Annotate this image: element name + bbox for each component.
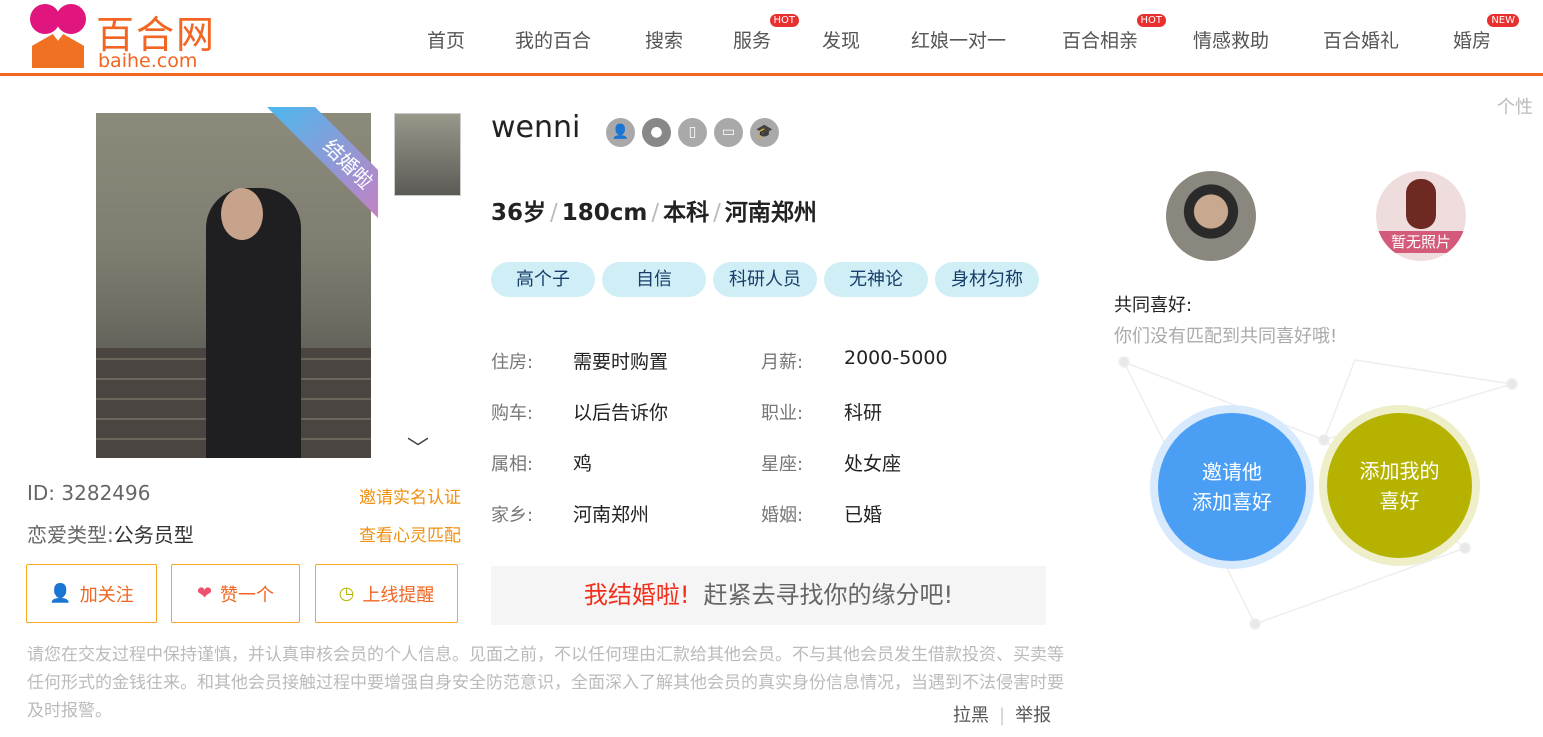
add-my-hobby-button[interactable]: 添加我的 喜好 bbox=[1327, 413, 1472, 558]
thumbnail[interactable] bbox=[394, 113, 461, 196]
detail-label: 住房: bbox=[491, 352, 534, 373]
person-icon: 👤 bbox=[49, 583, 72, 604]
nav-badge: HOT bbox=[769, 14, 800, 27]
follow-button[interactable]: 👤 加关注 bbox=[26, 564, 157, 623]
nav-item[interactable]: 首页 bbox=[427, 26, 465, 53]
chevron-down-icon[interactable]: ﹀ bbox=[407, 431, 429, 463]
detail-label: 星座: bbox=[761, 454, 804, 475]
my-avatar[interactable] bbox=[1166, 171, 1256, 261]
no-photo-label: 暂无照片 bbox=[1376, 231, 1466, 253]
other-avatar[interactable]: 暂无照片 bbox=[1376, 171, 1466, 261]
nav-item[interactable]: 我的百合 bbox=[515, 26, 591, 53]
nav-item[interactable]: 服务 HOT bbox=[733, 14, 800, 53]
trait-tag: 自信 bbox=[602, 262, 706, 297]
nav-item[interactable]: 婚房 NEW bbox=[1453, 14, 1520, 53]
detail-value: 河南郑州 bbox=[573, 504, 650, 526]
detail-label: 家乡: bbox=[491, 505, 534, 526]
nav-item[interactable]: 红娘一对一 bbox=[911, 26, 1006, 53]
safety-notice: 请您在交友过程中保持谨慎，并认真审核会员的个人信息。见面之前，不以任何理由汇款给… bbox=[27, 645, 1064, 721]
footer-links: 拉黑 | 举报 bbox=[953, 705, 1052, 726]
soul-match-link[interactable]: 查看心灵匹配 bbox=[359, 521, 461, 546]
detail-label: 属相: bbox=[491, 454, 534, 475]
online-remind-button[interactable]: ◷ 上线提醒 bbox=[315, 564, 458, 623]
detail-value: 已婚 bbox=[844, 504, 883, 526]
phone-icon[interactable]: ▯ bbox=[678, 118, 707, 147]
trait-tag: 高个子 bbox=[491, 262, 595, 297]
logo-domain: baihe.com bbox=[98, 50, 198, 72]
heart-icon bbox=[30, 4, 86, 34]
invite-add-hobby-button[interactable]: 邀请他 添加喜好 bbox=[1158, 413, 1306, 561]
like-button[interactable]: ❤ 赞一个 bbox=[171, 564, 300, 623]
report-link[interactable]: 举报 bbox=[1015, 705, 1051, 726]
trait-tag: 科研人员 bbox=[713, 262, 817, 297]
detail-label: 婚姻: bbox=[761, 505, 804, 526]
common-hobbies-title: 共同喜好: bbox=[1114, 295, 1193, 316]
trait-tag: 身材匀称 bbox=[935, 262, 1039, 297]
nav-badge: HOT bbox=[1136, 14, 1167, 27]
username: wenni bbox=[491, 110, 581, 145]
heart-icon: ❤ bbox=[196, 583, 213, 604]
married-ribbon: 结婚啦 bbox=[238, 107, 378, 247]
user-id: ID: 3282496 bbox=[27, 481, 151, 505]
detail-value: 以后告诉你 bbox=[573, 402, 669, 424]
nav-item[interactable]: 百合婚礼 bbox=[1323, 26, 1399, 53]
id-card-icon[interactable]: ▭ bbox=[714, 118, 743, 147]
trait-tag: 无神论 bbox=[824, 262, 928, 297]
detail-value: 科研 bbox=[844, 402, 883, 424]
detail-label: 月薪: bbox=[761, 352, 804, 373]
nav-item[interactable]: 发现 bbox=[822, 26, 860, 53]
nav-badge: NEW bbox=[1487, 14, 1520, 27]
nav-item[interactable]: 搜索 bbox=[645, 26, 683, 53]
detail-value: 需要时购置 bbox=[573, 351, 669, 373]
baihe-logo[interactable]: 百合网 baihe.com bbox=[30, 4, 230, 72]
personal-link[interactable]: 个性 bbox=[1497, 93, 1533, 119]
house-icon bbox=[32, 34, 84, 68]
detail-label: 职业: bbox=[761, 403, 804, 424]
basic-info: 36岁/180cm / 本科 / 河南郑州 bbox=[491, 200, 817, 226]
ribbon-text: 结婚啦 bbox=[265, 107, 378, 247]
nav-item[interactable]: 百合相亲 HOT bbox=[1062, 14, 1167, 53]
common-hobbies-empty: 你们没有匹配到共同喜好哦! bbox=[1114, 326, 1338, 347]
clock-icon: ◷ bbox=[338, 583, 355, 604]
detail-value: 处女座 bbox=[844, 453, 902, 475]
married-banner: 我结婚啦! 赶紧去寻找你的缘分吧! bbox=[491, 566, 1046, 625]
user-verified-icon[interactable]: 👤 bbox=[606, 118, 635, 147]
photo-thumbnails: ︿ ﹀ bbox=[377, 113, 461, 462]
nav-item[interactable]: 情感救助 bbox=[1193, 26, 1269, 53]
invite-verify-link[interactable]: 邀请实名认证 bbox=[359, 483, 461, 508]
education-icon[interactable]: 🎓 bbox=[750, 118, 779, 147]
detail-value: 2000-5000 bbox=[844, 347, 948, 369]
love-type: 恋爱类型:公务员型 bbox=[27, 523, 194, 547]
detail-label: 购车: bbox=[491, 403, 534, 424]
block-link[interactable]: 拉黑 bbox=[953, 705, 989, 726]
detail-value: 鸡 bbox=[573, 453, 593, 475]
header: 百合网 baihe.com 首页 我的百合 搜索 服务 HOT 发现 红娘一对一 百合相亲 HO… bbox=[0, 0, 1543, 76]
fire-icon[interactable]: ● bbox=[642, 118, 671, 147]
